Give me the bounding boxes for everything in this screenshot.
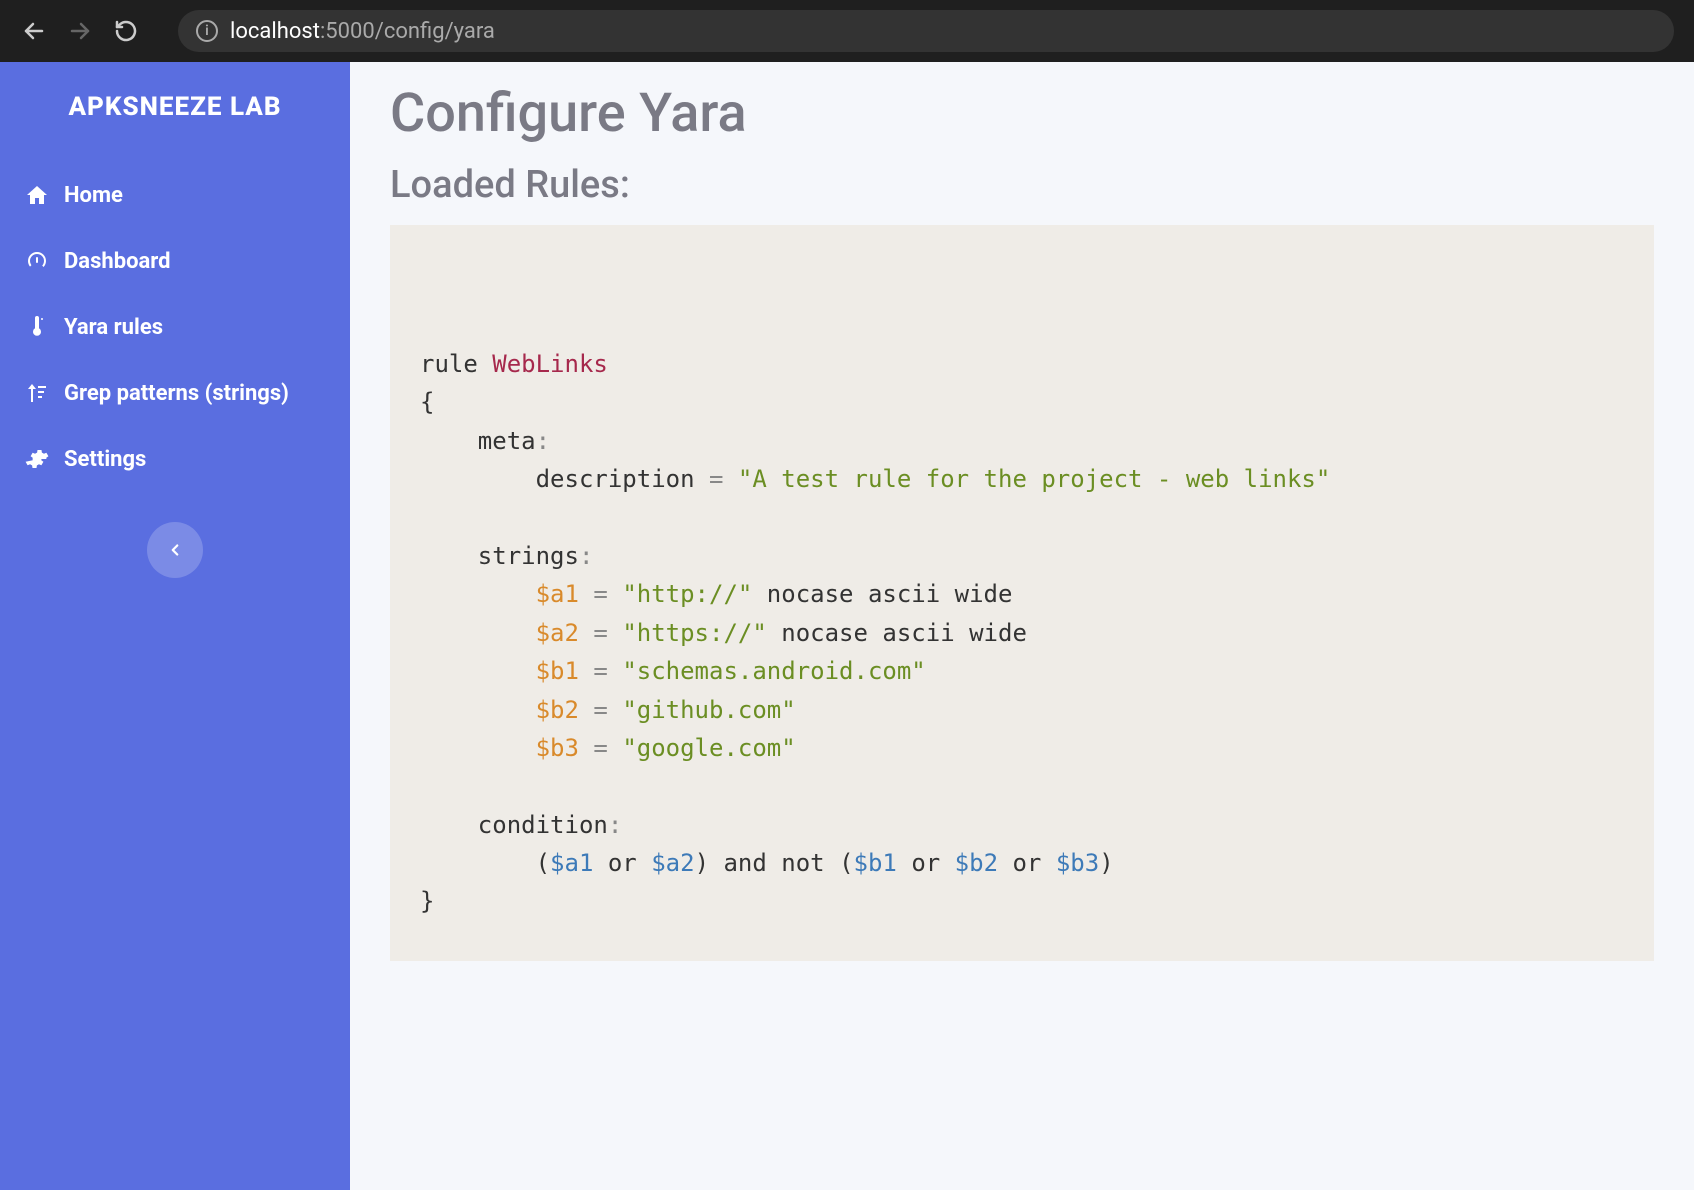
chevron-left-icon — [166, 541, 184, 559]
gear-icon — [24, 446, 50, 472]
string-val: "http://" — [622, 580, 752, 608]
page-title: Configure Yara — [390, 82, 1654, 145]
strings-keyword: strings — [478, 542, 579, 570]
meta-description-value: "A test rule for the project - web links… — [738, 465, 1330, 493]
string-modifier: nocase ascii wide — [767, 619, 1027, 647]
back-button[interactable] — [20, 17, 48, 45]
brace-close: } — [420, 887, 434, 915]
sidebar-item-settings[interactable]: Settings — [0, 426, 350, 492]
sidebar-item-label: Yara rules — [64, 315, 163, 340]
sidebar-item-grep[interactable]: Grep patterns (strings) — [0, 360, 350, 426]
sidebar-item-label: Home — [64, 183, 123, 208]
cond-var: $b1 — [854, 849, 897, 877]
keyword-rule: rule — [420, 350, 478, 378]
condition-keyword: condition — [478, 811, 608, 839]
string-val: "github.com" — [622, 696, 795, 724]
sidebar-item-yara[interactable]: Yara rules — [0, 294, 350, 360]
page-subtitle: Loaded Rules: — [390, 163, 1654, 207]
code-panel: rule WebLinks { meta: description = "A t… — [390, 225, 1654, 961]
forward-button[interactable] — [66, 17, 94, 45]
meta-description-key: description — [536, 465, 695, 493]
thermometer-icon — [24, 314, 50, 340]
string-var: $a2 — [536, 619, 579, 647]
cond-var: $a2 — [651, 849, 694, 877]
reload-button[interactable] — [112, 17, 140, 45]
brace-open: { — [420, 388, 434, 416]
address-bar[interactable]: i localhost:5000/config/yara — [178, 10, 1674, 52]
rule-name: WebLinks — [492, 350, 608, 378]
string-val: "https://" — [622, 619, 767, 647]
brand-title: APKSNEEZE LAB — [0, 92, 350, 122]
main-content: Configure Yara Loaded Rules: rule WebLin… — [350, 62, 1694, 1190]
sidebar: APKSNEEZE LAB Home Dashboard Yara rules … — [0, 62, 350, 1190]
cond-var: $a1 — [550, 849, 593, 877]
string-val: "schemas.android.com" — [622, 657, 925, 685]
meta-keyword: meta — [478, 427, 536, 455]
browser-toolbar: i localhost:5000/config/yara — [0, 0, 1694, 62]
url-host: localhost — [230, 19, 320, 44]
url-path: :5000/config/yara — [320, 19, 495, 44]
cond-var: $b2 — [955, 849, 998, 877]
url-text: localhost:5000/config/yara — [230, 19, 495, 44]
sidebar-item-label: Grep patterns (strings) — [64, 381, 289, 406]
cond-var: $b3 — [1056, 849, 1099, 877]
string-var: $a1 — [536, 580, 579, 608]
home-icon — [24, 182, 50, 208]
yara-rule-code: rule WebLinks { meta: description = "A t… — [420, 345, 1624, 921]
string-val: "google.com" — [622, 734, 795, 762]
string-var: $b1 — [536, 657, 579, 685]
string-modifier: nocase ascii wide — [752, 580, 1012, 608]
string-var: $b3 — [536, 734, 579, 762]
sidebar-item-label: Dashboard — [64, 249, 171, 274]
string-var: $b2 — [536, 696, 579, 724]
dashboard-icon — [24, 248, 50, 274]
site-info-icon[interactable]: i — [196, 20, 218, 42]
sidebar-item-label: Settings — [64, 447, 146, 472]
collapse-sidebar-button[interactable] — [147, 522, 203, 578]
sort-icon — [24, 380, 50, 406]
sidebar-item-home[interactable]: Home — [0, 162, 350, 228]
sidebar-item-dashboard[interactable]: Dashboard — [0, 228, 350, 294]
